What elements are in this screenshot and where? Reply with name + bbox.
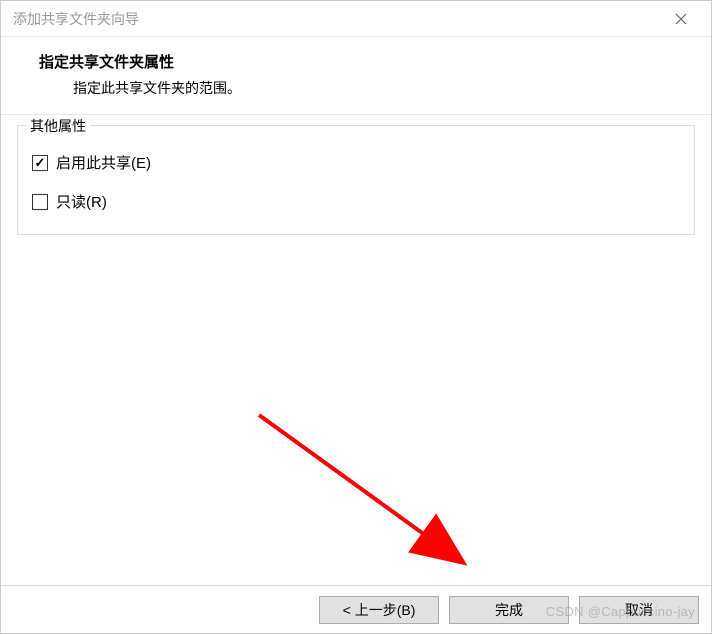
- titlebar: 添加共享文件夹向导: [1, 1, 711, 37]
- other-properties-group: 其他属性 启用此共享(E) 只读(R): [17, 125, 695, 235]
- enable-share-row: 启用此共享(E): [32, 152, 680, 173]
- read-only-label: 只读(R): [56, 191, 107, 212]
- wizard-window: 添加共享文件夹向导 指定共享文件夹属性 指定此共享文件夹的范围。 其他属性 启用…: [0, 0, 712, 634]
- wizard-header: 指定共享文件夹属性 指定此共享文件夹的范围。: [1, 37, 711, 114]
- read-only-checkbox[interactable]: [32, 194, 48, 210]
- group-legend: 其他属性: [26, 116, 90, 136]
- close-icon: [675, 13, 687, 25]
- page-title: 指定共享文件夹属性: [39, 51, 691, 72]
- enable-share-checkbox[interactable]: [32, 155, 48, 171]
- watermark-text: CSDN @Cappuccino-jay: [546, 604, 695, 619]
- window-title: 添加共享文件夹向导: [13, 9, 139, 29]
- read-only-row: 只读(R): [32, 191, 680, 212]
- close-button[interactable]: [661, 4, 701, 34]
- content-area: 其他属性 启用此共享(E) 只读(R): [1, 125, 711, 577]
- enable-share-label: 启用此共享(E): [56, 152, 151, 173]
- back-button[interactable]: < 上一步(B): [319, 596, 439, 624]
- page-subtitle: 指定此共享文件夹的范围。: [39, 78, 691, 98]
- header-divider: [1, 114, 711, 115]
